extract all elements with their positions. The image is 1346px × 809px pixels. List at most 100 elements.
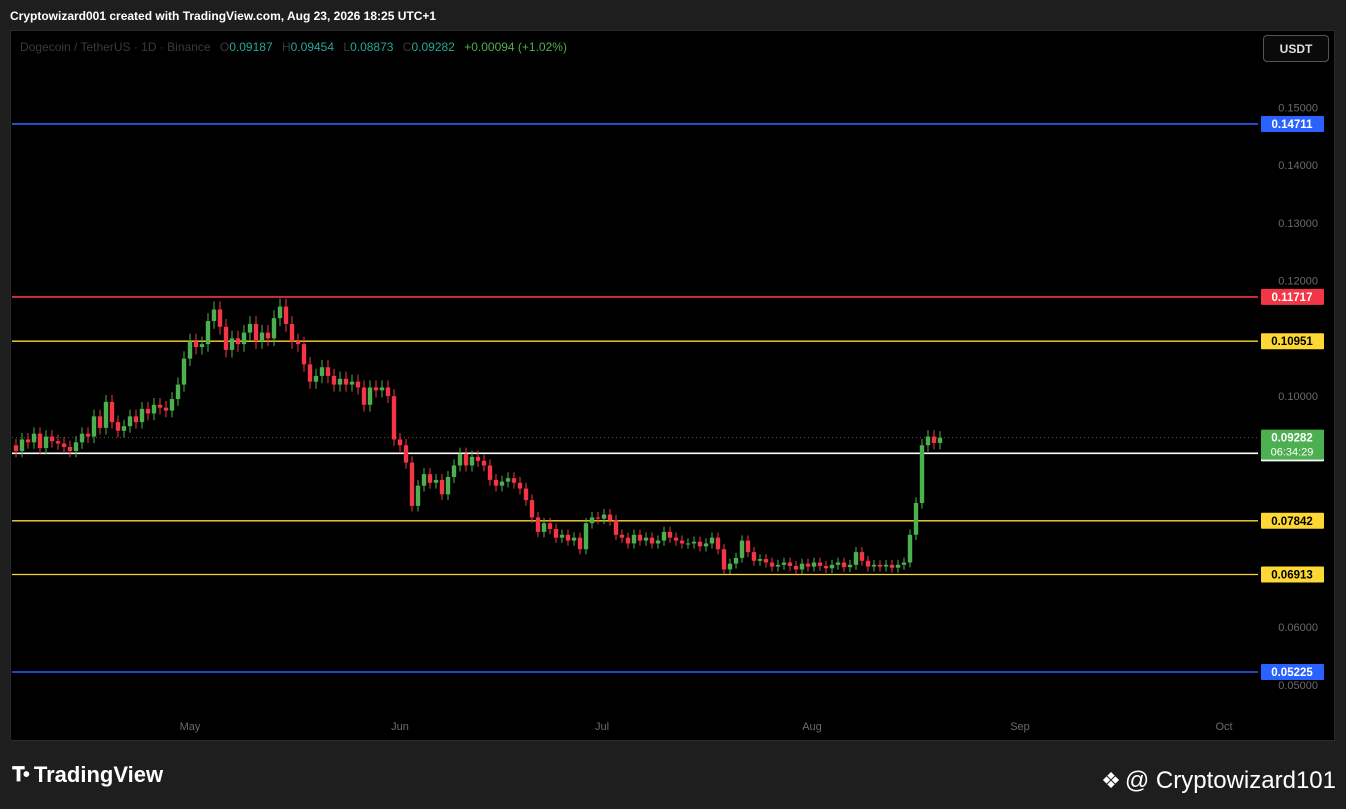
candle-body xyxy=(871,564,877,567)
candle-body xyxy=(679,540,685,544)
candle-body xyxy=(187,341,193,359)
candle-body xyxy=(565,534,571,541)
candle-body xyxy=(223,326,229,350)
candle-body xyxy=(877,564,883,567)
close-value: 0.09282 xyxy=(411,40,455,54)
ohlc-legend: Dogecoin / TetherUS · 1D · Binance O0.09… xyxy=(20,40,567,54)
candle-body xyxy=(85,433,91,437)
candle-body xyxy=(481,460,487,466)
candle-body xyxy=(91,416,97,437)
candle-body xyxy=(619,534,625,538)
candle-body xyxy=(697,541,703,547)
last-price-label: 0.09282 xyxy=(1271,433,1313,445)
candle-body xyxy=(265,332,271,339)
candle-body xyxy=(97,416,103,428)
candle-body xyxy=(613,520,619,535)
x-tick-label: Oct xyxy=(1215,721,1232,733)
brand-name: TradingView xyxy=(33,762,164,787)
level-price-label: 0.10951 xyxy=(1271,336,1313,348)
open-value: 0.09187 xyxy=(229,40,273,54)
candle-body xyxy=(493,479,499,486)
candle-body xyxy=(121,426,127,431)
candle-body xyxy=(439,479,445,495)
candle-body xyxy=(937,437,943,443)
candle-body xyxy=(25,439,31,443)
candle-body xyxy=(841,562,847,568)
open-label: O xyxy=(219,40,230,54)
candle-body xyxy=(727,563,733,570)
candle-body xyxy=(349,381,355,385)
candle-body xyxy=(907,534,913,563)
candle-body xyxy=(601,514,607,519)
y-tick-label: 0.12000 xyxy=(1278,276,1318,288)
candle-body xyxy=(721,549,727,570)
candle-body xyxy=(637,534,643,541)
candle-body xyxy=(865,560,871,567)
candle-body xyxy=(19,439,25,452)
candle-body xyxy=(751,552,757,561)
candle-body xyxy=(301,344,307,365)
y-tick-label: 0.10000 xyxy=(1278,391,1318,403)
candle-body xyxy=(715,537,721,550)
handle-text: @ Cryptowizard101 xyxy=(1124,767,1336,794)
candle-body xyxy=(835,562,841,565)
candle-body xyxy=(787,562,793,566)
candle-body xyxy=(157,404,163,408)
y-tick-label: 0.14000 xyxy=(1278,160,1318,172)
x-tick-label: May xyxy=(180,721,201,733)
candle-body xyxy=(523,488,529,501)
candle-body xyxy=(691,541,697,544)
candle-body xyxy=(217,309,223,327)
high-value: 0.09454 xyxy=(290,40,335,54)
candle-body xyxy=(433,479,439,483)
candle-body xyxy=(205,321,211,345)
x-tick-label: Aug xyxy=(802,721,822,733)
candle-body xyxy=(469,456,475,466)
candle-body xyxy=(127,416,133,427)
candle-body xyxy=(829,564,835,569)
candle-body xyxy=(277,306,283,319)
candle-body xyxy=(769,562,775,567)
candle-body xyxy=(397,439,403,446)
level-price-label: 0.07842 xyxy=(1271,516,1313,528)
candle-body xyxy=(535,517,541,532)
y-tick-label: 0.06000 xyxy=(1278,622,1318,634)
candle-body xyxy=(55,441,61,444)
candle-body xyxy=(703,543,709,547)
candle-body xyxy=(883,564,889,567)
candle-body xyxy=(49,436,55,442)
candle-body xyxy=(61,443,67,447)
candle-body xyxy=(403,445,409,463)
candle-body xyxy=(595,517,601,519)
candle-body xyxy=(37,433,43,449)
currency-button[interactable]: USDT xyxy=(1263,35,1329,62)
candle-body xyxy=(499,481,505,486)
candle-body xyxy=(661,531,667,541)
candle-body xyxy=(109,401,115,423)
candle-body xyxy=(649,537,655,544)
level-price-label: 0.05225 xyxy=(1271,667,1313,679)
x-tick-label: Jul xyxy=(595,721,609,733)
candle-body xyxy=(895,564,901,568)
candle-body xyxy=(673,537,679,541)
candle-body xyxy=(241,332,247,345)
candle-body xyxy=(43,436,49,449)
candle-body xyxy=(235,338,241,345)
candle-body xyxy=(811,562,817,567)
candle-body xyxy=(475,456,481,461)
candle-body xyxy=(781,562,787,565)
candle-body xyxy=(889,564,895,568)
candle-body xyxy=(583,523,589,550)
candle-body xyxy=(685,543,691,545)
candle-body xyxy=(271,318,277,339)
candle-body xyxy=(511,478,517,483)
candle-body xyxy=(859,552,865,561)
candle-body xyxy=(925,436,931,446)
candle-body xyxy=(631,534,637,544)
candle-body xyxy=(259,332,265,342)
candle-body xyxy=(337,378,343,385)
candle-body xyxy=(547,523,553,530)
candle-body xyxy=(529,500,535,518)
price-chart[interactable]: 0.15000 0.14000 0.13000 0.12000 0.10000 0.060… xyxy=(0,0,1346,809)
candle-body xyxy=(745,540,751,553)
